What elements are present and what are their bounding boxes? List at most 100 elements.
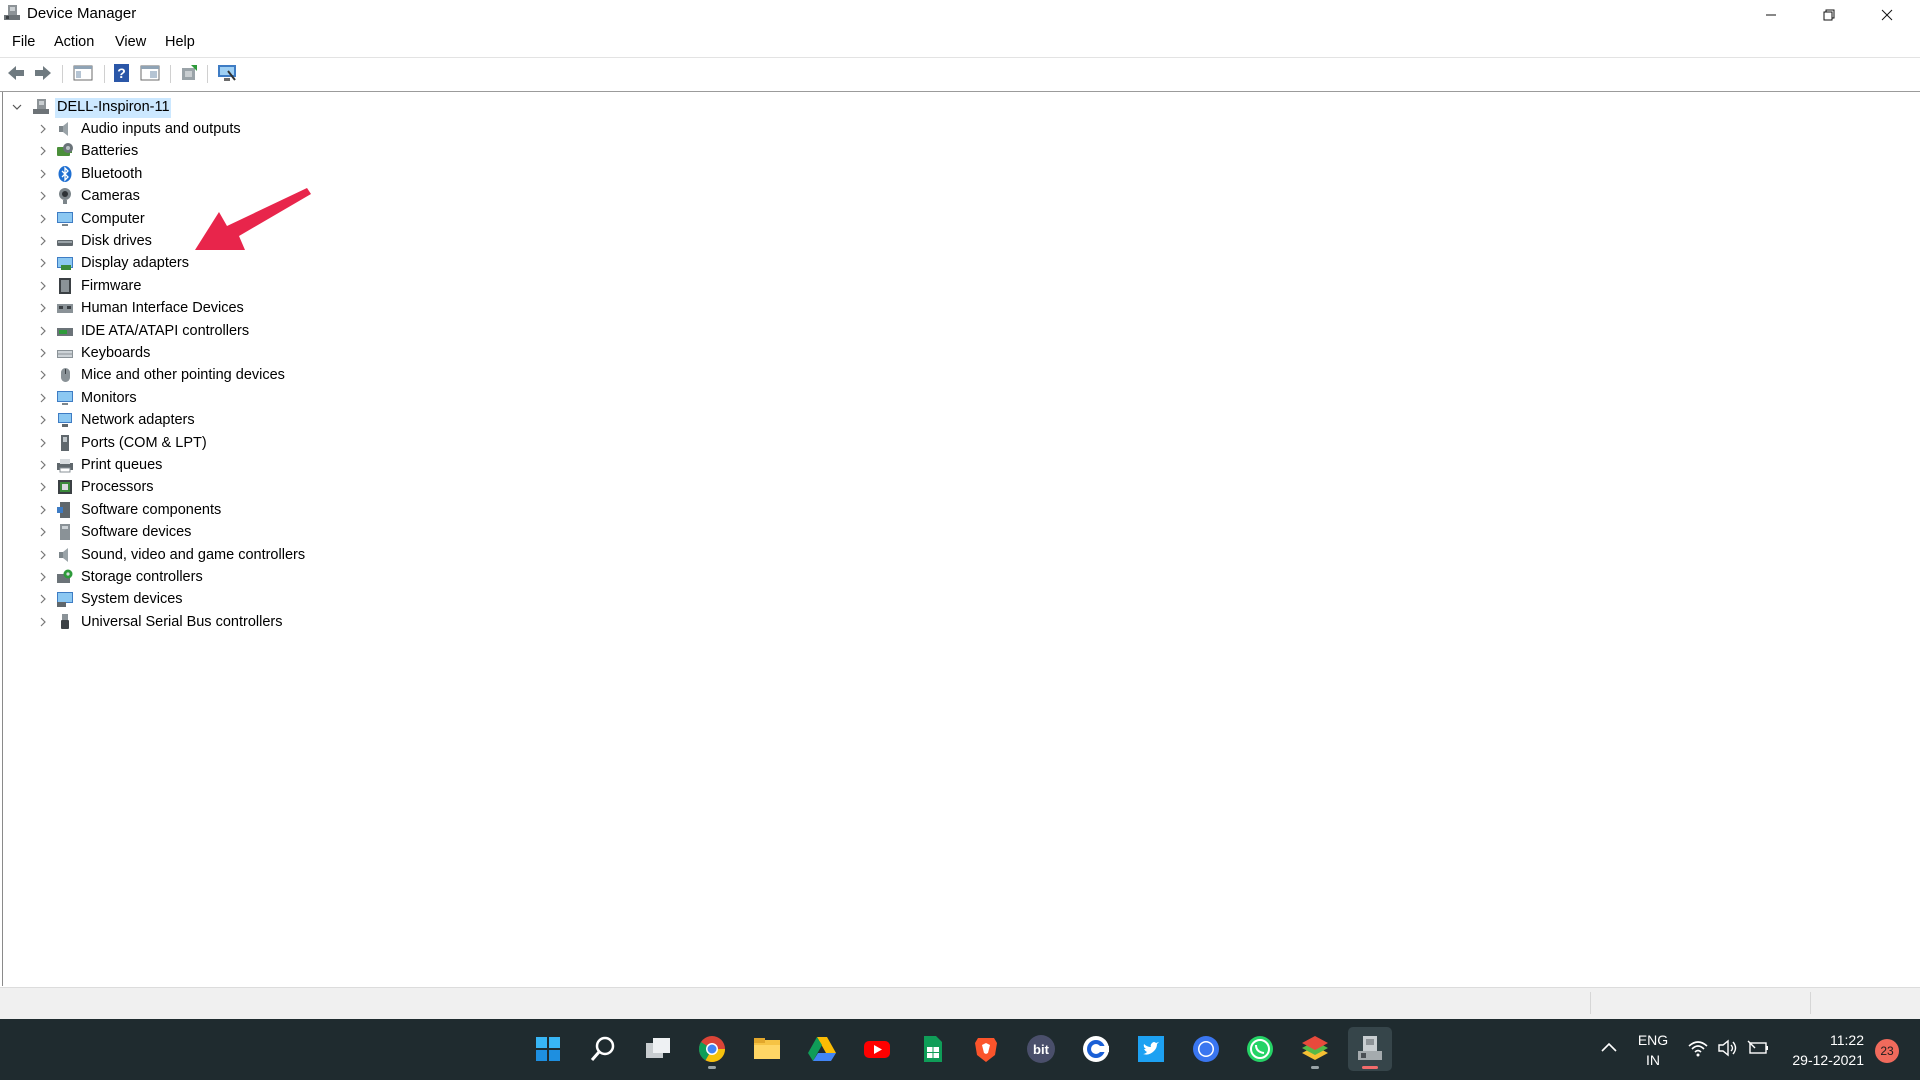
cortana-taskbar-button[interactable] — [1074, 1027, 1118, 1071]
chevron-down-icon[interactable] — [12, 102, 22, 112]
tree-root[interactable]: DELL-Inspiron-11 — [3, 96, 403, 118]
chevron-right-icon[interactable] — [38, 438, 48, 448]
chevron-right-icon[interactable] — [38, 572, 48, 582]
window-title: Device Manager — [27, 5, 137, 22]
close-button[interactable] — [1858, 0, 1916, 30]
chevron-right-icon[interactable] — [38, 214, 48, 224]
chevron-right-icon[interactable] — [38, 527, 48, 537]
signal-taskbar-button[interactable] — [1184, 1027, 1228, 1071]
battery-icon — [57, 143, 73, 157]
google-drive-taskbar-button[interactable] — [800, 1027, 844, 1071]
language-indicator[interactable]: ENG IN — [1637, 1030, 1669, 1070]
tree-category-item[interactable]: IDE ATA/ATAPI controllers — [3, 320, 403, 342]
chevron-right-icon[interactable] — [38, 348, 48, 358]
task-view-icon — [645, 1038, 670, 1058]
chevron-right-icon[interactable] — [38, 303, 48, 313]
file-explorer-taskbar-button[interactable] — [745, 1027, 789, 1071]
tree-category-item[interactable]: Print queues — [3, 454, 403, 476]
tree-category-item[interactable]: Sound, video and game controllers — [3, 544, 403, 566]
status-separator — [1590, 992, 1591, 1014]
port-icon — [61, 434, 69, 451]
tree-category-item[interactable]: Network adapters — [3, 409, 403, 431]
tree-category-item[interactable]: Software devices — [3, 521, 403, 543]
back-icon[interactable] — [5, 62, 27, 84]
device-manager-taskbar-taskbar-button[interactable] — [1348, 1027, 1392, 1071]
chevron-right-icon[interactable] — [38, 326, 48, 336]
clock-time: 11:22 — [1830, 1032, 1864, 1048]
tree-category-item[interactable]: Universal Serial Bus controllers — [3, 611, 403, 633]
tree-category-item[interactable]: Firmware — [3, 275, 403, 297]
chevron-right-icon[interactable] — [38, 415, 48, 425]
tree-category-item[interactable]: Monitors — [3, 387, 403, 409]
battery-charging-icon[interactable] — [1747, 1040, 1769, 1056]
chevron-right-icon[interactable] — [38, 258, 48, 268]
google-sheets-taskbar-button[interactable] — [910, 1027, 954, 1071]
tree-category-item[interactable]: Mice and other pointing devices — [3, 364, 403, 386]
chevron-right-icon[interactable] — [38, 124, 48, 134]
chevron-right-icon[interactable] — [38, 191, 48, 201]
tree-category-item[interactable]: Processors — [3, 476, 403, 498]
tree-category-label: Batteries — [81, 143, 139, 160]
scan-hardware-icon[interactable] — [216, 62, 238, 84]
tree-category-item[interactable]: System devices — [3, 588, 403, 610]
monitor-icon — [57, 390, 73, 405]
notification-badge[interactable]: 23 — [1875, 1039, 1899, 1063]
help-icon[interactable]: ? — [111, 62, 133, 84]
menu-help[interactable]: Help — [165, 34, 195, 50]
show-hide-console-tree-icon[interactable] — [72, 62, 94, 84]
tree-category-item[interactable]: Bluetooth — [3, 163, 403, 185]
menu-view[interactable]: View — [115, 34, 146, 50]
tree-category-label: Monitors — [81, 389, 137, 406]
tree-category-item[interactable]: Ports (COM & LPT) — [3, 432, 403, 454]
twitter-taskbar-button[interactable] — [1129, 1027, 1173, 1071]
start-taskbar-button[interactable] — [526, 1027, 570, 1071]
chrome-taskbar-button[interactable] — [690, 1027, 734, 1071]
chevron-right-icon[interactable] — [38, 482, 48, 492]
region-code: IN — [1646, 1052, 1660, 1068]
tree-category-item[interactable]: Storage controllers — [3, 566, 403, 588]
chevron-right-icon[interactable] — [38, 505, 48, 515]
chevron-right-icon[interactable] — [38, 594, 48, 604]
minimize-button[interactable] — [1742, 0, 1800, 30]
bluestacks-taskbar-button[interactable] — [1293, 1027, 1337, 1071]
menu-file[interactable]: File — [12, 34, 35, 50]
tree-category-item[interactable]: Batteries — [3, 140, 403, 162]
properties-icon[interactable] — [139, 62, 161, 84]
chevron-right-icon[interactable] — [38, 281, 48, 291]
update-driver-icon[interactable] — [178, 62, 200, 84]
firmware-icon — [59, 277, 71, 294]
volume-icon[interactable] — [1717, 1039, 1739, 1057]
status-separator — [1810, 992, 1811, 1014]
task-view-taskbar-button[interactable] — [636, 1027, 680, 1071]
tree-category-item[interactable]: Audio inputs and outputs — [3, 118, 403, 140]
chevron-right-icon[interactable] — [38, 393, 48, 403]
chevron-right-icon[interactable] — [38, 146, 48, 156]
tree-category-item[interactable]: Software components — [3, 499, 403, 521]
tree-category-label: Disk drives — [81, 233, 152, 249]
forward-icon[interactable] — [32, 62, 54, 84]
chevron-right-icon[interactable] — [38, 550, 48, 560]
tree-category-label: Display adapters — [81, 255, 189, 272]
wifi-icon[interactable] — [1688, 1039, 1708, 1057]
hid-icon — [57, 304, 73, 314]
tree-category-item[interactable]: Human Interface Devices — [3, 297, 403, 319]
device-tree[interactable]: DELL-Inspiron-11 Audio inputs and output… — [2, 92, 1920, 986]
sound-controller-icon — [59, 547, 68, 562]
tree-category-item[interactable]: Keyboards — [3, 342, 403, 364]
restore-button[interactable] — [1800, 0, 1858, 30]
chevron-right-icon[interactable] — [38, 236, 48, 246]
bit-taskbar-button[interactable]: bit — [1019, 1027, 1063, 1071]
chevron-right-icon[interactable] — [38, 370, 48, 380]
search-taskbar-button[interactable] — [581, 1027, 625, 1071]
computer-icon — [57, 211, 73, 226]
clock[interactable]: 11:22 29-12-2021 — [1778, 1030, 1864, 1070]
chevron-right-icon[interactable] — [38, 169, 48, 179]
chevron-right-icon[interactable] — [38, 617, 48, 627]
brave-taskbar-button[interactable] — [964, 1027, 1008, 1071]
whatsapp-taskbar-button[interactable] — [1238, 1027, 1282, 1071]
youtube-taskbar-button[interactable] — [855, 1027, 899, 1071]
menu-action[interactable]: Action — [54, 34, 94, 50]
show-hidden-icons-icon[interactable] — [1601, 1041, 1617, 1053]
chevron-right-icon[interactable] — [38, 460, 48, 470]
svg-text:?: ? — [117, 65, 126, 81]
